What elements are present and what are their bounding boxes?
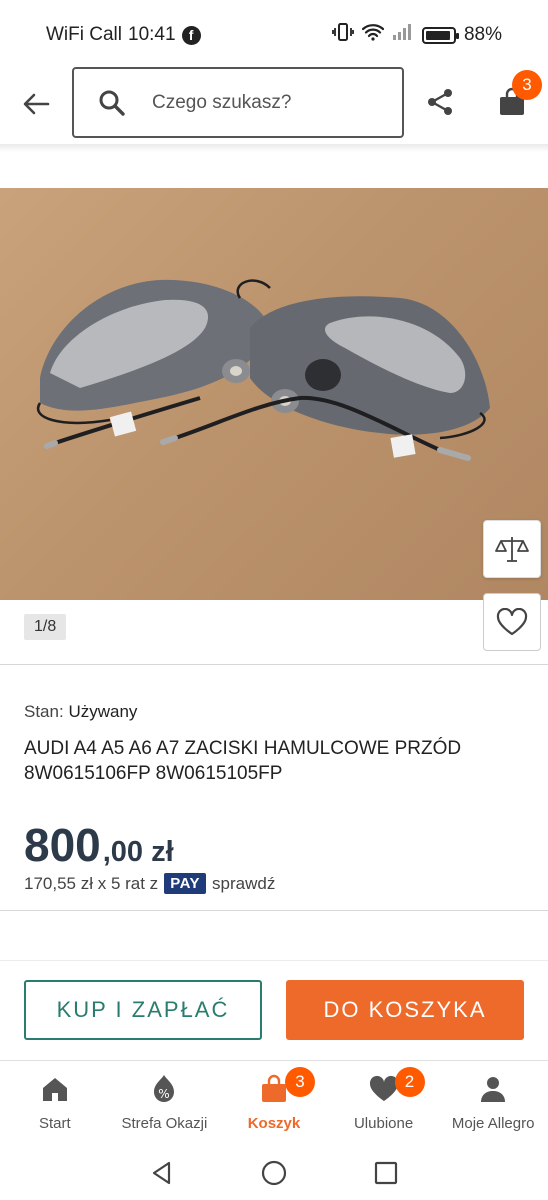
status-bar: WiFi Call 10:41 f 88%: [0, 0, 548, 70]
svg-text:%: %: [159, 1087, 170, 1101]
installment-check-link[interactable]: sprawdź: [212, 874, 275, 894]
nav-item-strefa-okazji[interactable]: % Strefa Okazji: [110, 1061, 220, 1146]
person-icon: [477, 1073, 509, 1105]
nav-item-ulubione[interactable]: 2 Ulubione: [329, 1061, 439, 1146]
app-bar: Czego szukasz? 3: [0, 66, 548, 144]
battery-icon: [421, 26, 459, 44]
wifi-icon: [361, 23, 385, 47]
carrier-label: WiFi Call: [46, 24, 122, 45]
divider: [0, 664, 548, 665]
nav-item-start[interactable]: Start: [0, 1061, 110, 1146]
nav-item-koszyk[interactable]: 3 Koszyk: [219, 1061, 329, 1146]
cart-button[interactable]: 3: [492, 70, 542, 122]
signal-icon: [392, 23, 414, 47]
nav-label: Start: [38, 1115, 71, 1132]
search-icon: [99, 90, 125, 116]
facebook-icon: f: [181, 25, 201, 45]
bottom-nav: Start % Strefa Okazji 3 Koszyk 2 Ulubion…: [0, 1060, 548, 1146]
percent-tag-icon: %: [148, 1073, 180, 1105]
arrow-left-icon: [23, 93, 50, 115]
cart-nav-badge: 3: [284, 1067, 315, 1097]
search-placeholder: Czego szukasz?: [152, 91, 292, 113]
pay-badge: PAY: [164, 873, 207, 894]
brake-caliper-photo: [37, 279, 490, 461]
home-icon: [39, 1073, 71, 1105]
recents-square-icon[interactable]: [373, 1160, 399, 1186]
price-currency: zł: [151, 836, 174, 868]
nav-item-moje-allegro[interactable]: Moje Allegro: [438, 1061, 548, 1146]
share-button[interactable]: [420, 82, 460, 122]
home-circle-icon[interactable]: [261, 1160, 287, 1186]
gallery-pager: 1/8: [24, 614, 67, 640]
installments-row: 170,55 zł x 5 rat z PAY sprawdź: [24, 873, 275, 894]
back-triangle-icon[interactable]: [149, 1160, 175, 1186]
condition-row: Stan: Używany: [24, 702, 137, 722]
share-icon: [428, 89, 452, 115]
heart-outline-icon: [496, 608, 528, 636]
condition-value: Używany: [68, 702, 138, 721]
status-left: WiFi Call 10:41 f: [46, 24, 201, 46]
favorites-nav-badge: 2: [394, 1067, 425, 1097]
system-nav-bar: [0, 1146, 548, 1200]
buy-now-button[interactable]: KUP I ZAPŁAĆ: [24, 980, 262, 1040]
add-to-cart-button[interactable]: DO KOSZYKA: [286, 980, 524, 1040]
divider: [0, 910, 548, 911]
favorite-button[interactable]: [483, 593, 541, 651]
search-input[interactable]: Czego szukasz?: [72, 67, 404, 138]
status-right: 88%: [332, 22, 502, 48]
clock: 10:41: [128, 24, 176, 45]
nav-label: Ulubione: [353, 1115, 414, 1132]
app-bar-shadow: [0, 144, 548, 152]
price: 800 ,00 zł: [24, 818, 174, 872]
compare-button[interactable]: [483, 520, 541, 578]
back-button[interactable]: [16, 84, 56, 124]
vibrate-icon: [332, 22, 354, 48]
nav-label: Koszyk: [247, 1115, 301, 1132]
product-image[interactable]: [0, 188, 548, 600]
price-integer: 800: [24, 819, 101, 871]
price-decimal: ,00: [102, 836, 144, 868]
installment-text: 170,55 zł x 5 rat z: [24, 873, 159, 893]
nav-label: Moje Allegro: [451, 1115, 535, 1132]
condition-label: Stan:: [24, 702, 64, 721]
nav-label: Strefa Okazji: [121, 1115, 208, 1132]
battery-percent: 88%: [463, 24, 502, 45]
divider: [0, 960, 548, 961]
product-title: AUDI A4 A5 A6 A7 ZACISKI HAMULCOWE PRZÓD…: [24, 738, 462, 784]
cart-count-badge: 3: [512, 70, 542, 100]
scales-icon: [495, 537, 529, 562]
